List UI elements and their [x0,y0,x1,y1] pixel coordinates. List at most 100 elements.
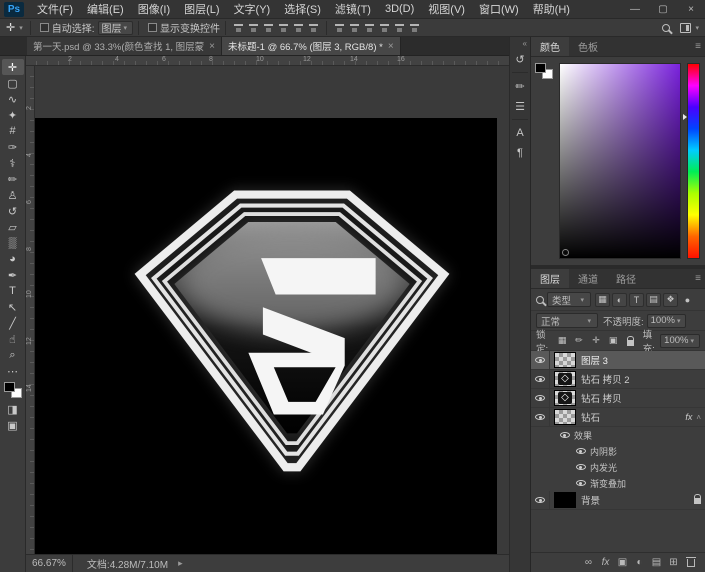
tab-layers[interactable]: 图层 [531,269,569,288]
link-layers-icon[interactable]: ∞ [580,557,597,568]
tab-close-icon[interactable]: × [388,41,394,52]
filter-group-layers-icon[interactable]: ▤ [646,293,661,307]
fill-field[interactable]: 100% ▾ [660,334,700,348]
layer-thumbnail[interactable] [554,371,576,387]
distribute-bottom-icon[interactable] [363,22,376,34]
lock-artboard-icon[interactable]: ▣ [606,334,621,348]
foreground-background-swatches[interactable] [4,382,22,398]
menubar-item-0[interactable]: 文件(F) [30,0,80,18]
close-button[interactable]: × [677,0,705,18]
align-left-edges-icon[interactable] [277,22,290,34]
distribute-vcenter-icon[interactable] [348,22,361,34]
document-tab-0[interactable]: 第一天.psd @ 33.3%(颜色查找 1, 图层蒙版/8) *× [27,37,222,55]
brush-tool[interactable]: ✏ [2,171,24,187]
lock-image-pixels-icon[interactable]: ✏ [572,334,587,348]
caret-down-icon[interactable]: ▾ [695,24,699,32]
expand-panels-icon[interactable]: « [523,39,527,48]
paragraph-panel-icon[interactable]: ¶ [511,144,529,162]
hue-slider-marker[interactable] [683,114,687,120]
screen-mode-icon[interactable]: ▣ [2,417,24,433]
layer-row[interactable]: 钻石fx˄ [531,408,705,427]
adjustment-layer-icon[interactable]: ◐ [631,557,648,568]
menubar-item-4[interactable]: 文字(Y) [227,0,278,18]
clone-stamp-tool[interactable]: ♙ [2,187,24,203]
menubar-item-2[interactable]: 图像(I) [131,0,177,18]
line-tool[interactable]: ╱ [2,315,24,331]
distribute-right-icon[interactable] [408,22,421,34]
visibility-toggle[interactable] [531,389,550,407]
align-top-edges-icon[interactable] [232,22,245,34]
maximize-button[interactable]: ▢ [649,0,677,18]
gradient-tool[interactable]: ▒ [2,235,24,251]
visibility-toggle[interactable] [571,443,590,459]
tab-paths[interactable]: 路径 [607,269,645,288]
distribute-left-icon[interactable] [378,22,391,34]
menubar-item-10[interactable]: 帮助(H) [526,0,577,18]
menubar-item-7[interactable]: 3D(D) [378,0,421,18]
color-picker-marker[interactable] [563,250,568,255]
menubar-item-1[interactable]: 编辑(E) [80,0,131,18]
edit-toolbar-icon[interactable]: ⋯ [2,363,24,379]
quick-mask-icon[interactable]: ◨ [2,401,24,417]
tab-channels[interactable]: 通道 [569,269,607,288]
layer-row[interactable]: 图层 3 [531,351,705,370]
visibility-toggle[interactable] [571,459,590,475]
visibility-toggle[interactable] [555,427,574,443]
panel-menu-icon[interactable]: ≡ [695,269,705,288]
auto-select-dropdown[interactable]: 图层 ▾ [98,21,134,35]
panel-menu-icon[interactable]: ≡ [695,37,705,56]
tab-swatches[interactable]: 色板 [569,37,607,56]
menubar-item-3[interactable]: 图层(L) [177,0,226,18]
align-horizontal-centers-icon[interactable] [292,22,305,34]
layer-thumbnail[interactable] [554,352,576,368]
foreground-color-swatch[interactable] [4,382,15,392]
distribute-top-icon[interactable] [333,22,346,34]
effects-header-row[interactable]: 效果 [531,427,705,443]
lasso-tool[interactable]: ∿ [2,91,24,107]
lock-transparent-pixels-icon[interactable]: ▦ [555,334,570,348]
tab-color[interactable]: 颜色 [531,37,569,56]
quick-selection-tool[interactable]: ✦ [2,107,24,123]
type-tool[interactable]: T [2,283,24,299]
filter-toggle-icon[interactable]: ● [680,293,695,307]
character-panel-icon[interactable]: A [511,124,529,142]
auto-select-checkbox[interactable] [40,23,49,32]
foreground-color-swatch[interactable] [535,63,546,73]
visibility-toggle[interactable] [571,475,590,491]
new-layer-icon[interactable]: ⊞ [665,557,682,568]
visibility-toggle[interactable] [531,491,550,509]
layer-thumbnail[interactable] [554,409,576,425]
eraser-tool[interactable]: ▱ [2,219,24,235]
zoom-tool[interactable]: ⌕ [2,347,24,363]
filter-adjustment-layers-icon[interactable]: ◐ [612,293,627,307]
crop-tool[interactable]: # [2,123,24,139]
dodge-tool[interactable]: ◕ [2,251,24,267]
status-options-arrow-icon[interactable]: ▸ [178,558,183,569]
pen-tool[interactable]: ✒ [2,267,24,283]
delete-layer-icon[interactable] [682,559,699,567]
tab-close-icon[interactable]: × [209,41,215,52]
show-transform-checkbox[interactable] [148,23,157,32]
visibility-toggle[interactable] [531,408,550,426]
history-icon[interactable]: ↺ [511,50,529,68]
effect-row[interactable]: 渐变叠加 [531,475,705,491]
menubar-item-9[interactable]: 窗口(W) [472,0,526,18]
layer-style-icon[interactable]: fx [597,557,614,568]
add-layer-mask-icon[interactable]: ▣ [614,557,631,568]
layer-effects-badge[interactable]: fx [685,412,694,422]
layer-row[interactable]: 钻石 拷贝 [531,389,705,408]
filter-smart-objects-icon[interactable]: ❖ [663,293,678,307]
pasteboard[interactable] [35,66,509,554]
horizontal-ruler[interactable]: 246810121416 [26,56,509,66]
layer-row[interactable]: 背景 [531,491,705,510]
layer-thumbnail[interactable] [554,390,576,406]
new-group-icon[interactable]: ▤ [648,557,665,568]
visibility-toggle[interactable] [531,370,550,388]
history-brush-tool[interactable]: ↺ [2,203,24,219]
visibility-toggle[interactable] [531,351,550,369]
caret-down-icon[interactable]: ▾ [19,24,23,32]
vertical-ruler[interactable]: 2468101214 [26,66,35,554]
filter-type-layers-icon[interactable]: T [629,293,644,307]
lock-all-icon[interactable] [623,334,638,348]
brush-panel-icon[interactable]: ✏ [511,77,529,95]
